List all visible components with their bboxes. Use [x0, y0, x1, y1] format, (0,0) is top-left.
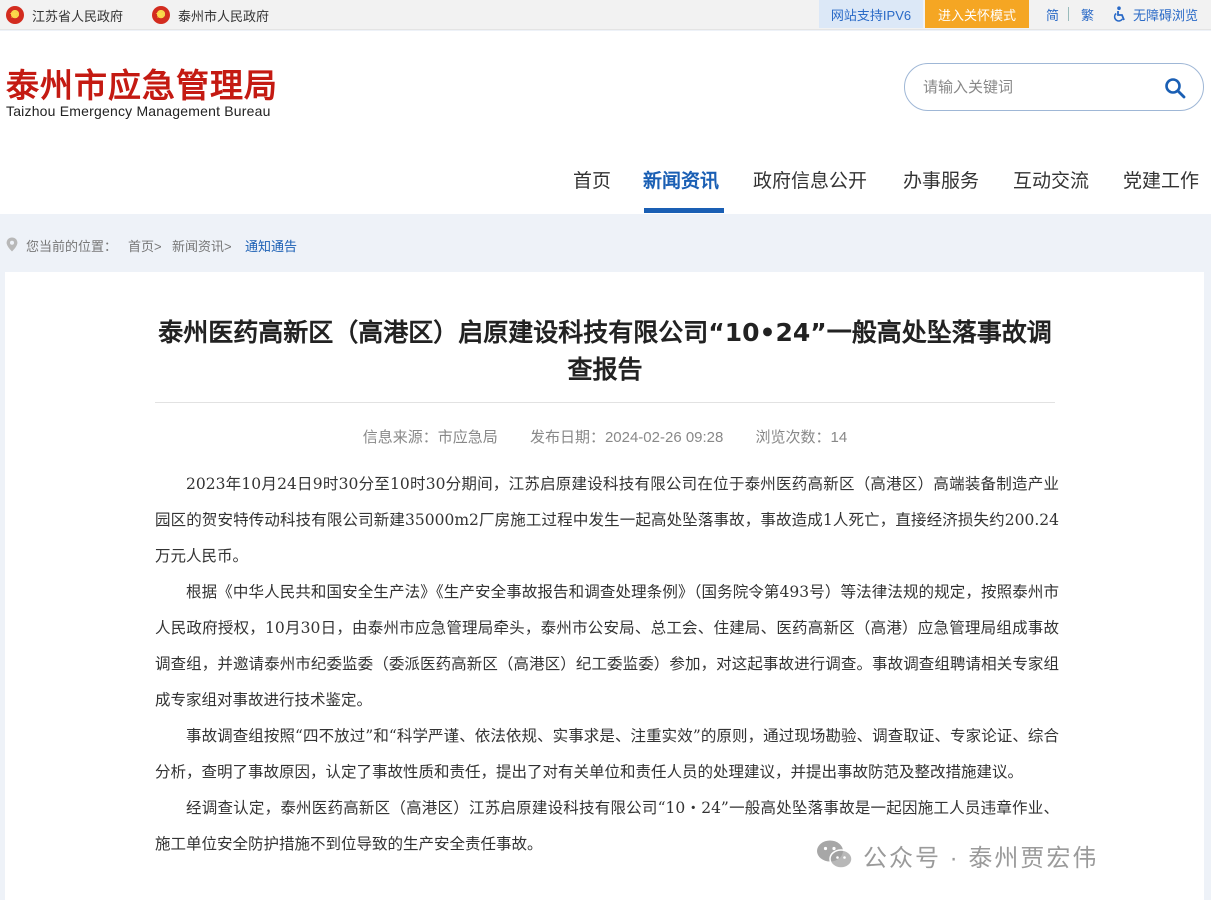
- breadcrumb-prefix: 您当前的位置：: [26, 239, 118, 254]
- gov-link-taizhou[interactable]: 泰州市人民政府: [152, 0, 269, 30]
- nav-item-services[interactable]: 办事服务: [903, 168, 979, 214]
- search-icon[interactable]: [1163, 76, 1187, 100]
- site-header: 泰州市应急管理局 Taizhou Emergency Management Bu…: [0, 31, 1211, 214]
- article-meta: 信息来源：市应急局 发布日期：2024-02-26 09:28 浏览次数：14: [155, 426, 1055, 447]
- national-emblem-icon: [152, 6, 170, 24]
- article-source: 信息来源：市应急局: [362, 429, 498, 446]
- title-divider: [155, 402, 1055, 403]
- gov-link-label: 泰州市人民政府: [178, 8, 270, 24]
- nav-item-gov-info[interactable]: 政府信息公开: [753, 168, 867, 214]
- nav-item-party-building[interactable]: 党建工作: [1123, 168, 1199, 214]
- article-date: 发布日期：2024-02-26 09:28: [529, 429, 724, 446]
- care-mode-button[interactable]: 进入关怀模式: [925, 0, 1029, 28]
- article-paragraph: 事故调查组按照“四不放过”和“科学严谨、依法依规、实事求是、注重实效”的原则，通…: [155, 727, 1059, 781]
- article-paragraph: 经调查认定，泰州医药高新区（高港区）江苏启原建设科技有限公司“10・24”一般高…: [155, 799, 1059, 853]
- article-paragraph: 根据《中华人民共和国安全生产法》《生产安全事故报告和调查处理条例》（国务院令第4…: [155, 583, 1059, 709]
- gov-link-label: 江苏省人民政府: [32, 8, 124, 24]
- article-body: 2023年10月24日9时30分至10时30分期间，江苏启原建设科技有限公司在位…: [155, 466, 1059, 862]
- search-box: [904, 63, 1204, 111]
- breadcrumb-news[interactable]: 新闻资讯>: [172, 236, 232, 255]
- simplified-chinese-link[interactable]: 简: [1046, 0, 1059, 28]
- article-paragraph: 2023年10月24日9时30分至10时30分期间，江苏启原建设科技有限公司在位…: [155, 475, 1059, 565]
- lang-divider: [1068, 7, 1069, 21]
- nav-item-home[interactable]: 首页: [573, 168, 611, 214]
- accessibility-link[interactable]: 无障碍浏览: [1113, 0, 1198, 28]
- accessibility-label: 无障碍浏览: [1133, 7, 1199, 23]
- breadcrumb-home[interactable]: 首页>: [128, 236, 162, 255]
- breadcrumb: 您当前的位置： 首页> 新闻资讯> 通知通告: [0, 214, 1211, 272]
- gov-link-jiangsu[interactable]: 江苏省人民政府: [6, 0, 123, 30]
- top-bar: 江苏省人民政府 泰州市人民政府 网站支持IPV6 进入关怀模式 简 繁 无障碍浏…: [0, 0, 1211, 30]
- traditional-chinese-link[interactable]: 繁: [1081, 0, 1094, 28]
- nav-active-underline: [644, 208, 724, 213]
- ipv6-badge: 网站支持IPV6: [819, 0, 923, 28]
- accessibility-icon: [1113, 6, 1125, 22]
- site-logo-title[interactable]: 泰州市应急管理局: [6, 59, 278, 107]
- article-title: 泰州医药高新区（高港区）启原建设科技有限公司“10•24”一般高处坠落事故调查报…: [158, 318, 1052, 384]
- national-emblem-icon: [6, 6, 24, 24]
- search-input[interactable]: [923, 74, 1153, 100]
- site-logo-subtitle: Taizhou Emergency Management Bureau: [6, 103, 271, 119]
- nav-item-interaction[interactable]: 互动交流: [1013, 168, 1089, 214]
- breadcrumb-current[interactable]: 通知通告: [245, 236, 297, 255]
- article-views: 浏览次数：14: [755, 429, 848, 446]
- location-pin-icon: [6, 237, 18, 252]
- article-panel: 泰州医药高新区（高港区）启原建设科技有限公司“10•24”一般高处坠落事故调查报…: [5, 272, 1204, 900]
